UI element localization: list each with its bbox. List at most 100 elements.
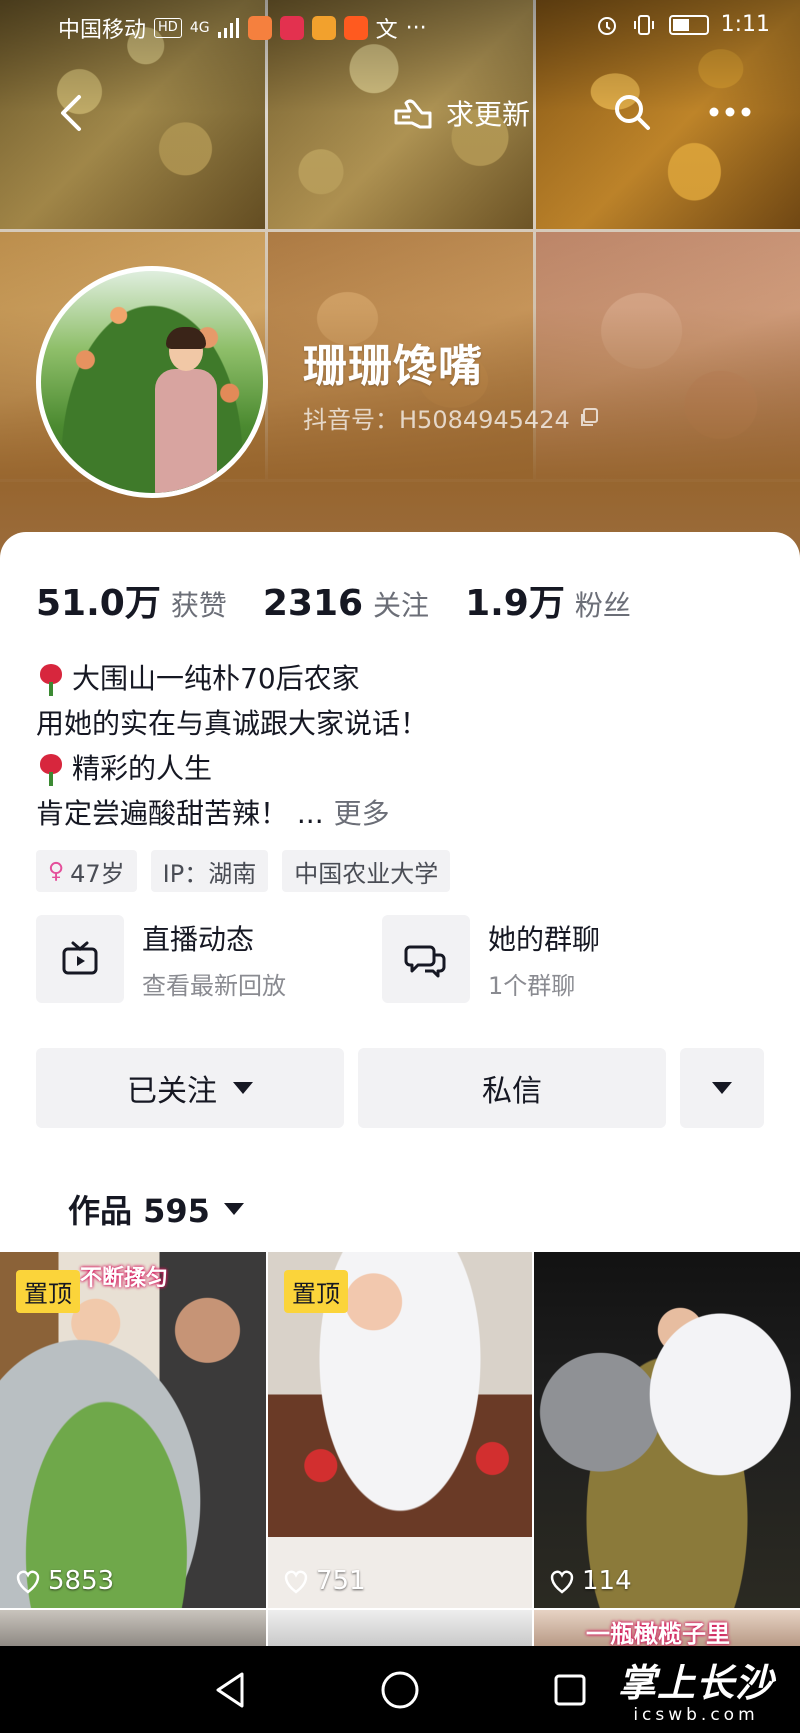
video-thumbnail[interactable]: 置顶 751 — [268, 1252, 532, 1608]
status-bar: 中国移动 HD 4G 文 ··· 1:11 — [0, 0, 800, 54]
video-thumbnail[interactable]: 不断揉匀 置顶 5853 — [0, 1252, 266, 1608]
bio-more-link[interactable]: 更多 — [334, 791, 390, 836]
search-button[interactable] — [606, 86, 658, 138]
action-buttons: 已关注 私信 — [36, 1048, 764, 1128]
age-tag-label: 47岁 — [70, 859, 125, 888]
live-card-icon-box — [36, 915, 124, 1003]
alarm-icon — [597, 16, 616, 35]
watermark: 掌上长沙 icswb.com — [618, 1652, 774, 1725]
tab-works[interactable]: 作品 595 — [68, 1186, 244, 1232]
ip-tag: IP：湖南 — [150, 850, 269, 892]
feature-cards: 直播动态 查看最新回放 她的群聊 1个群聊 — [36, 914, 766, 1004]
stat-following[interactable]: 2316 关注 — [263, 583, 429, 624]
avatar[interactable] — [36, 266, 268, 498]
rose-icon — [36, 662, 66, 696]
stat-followers-value: 1.9万 — [465, 583, 565, 624]
group-chat-card[interactable]: 她的群聊 1个群聊 — [382, 914, 712, 1004]
profile-tags: ♀ 47岁 IP：湖南 中国农业大学 — [36, 850, 451, 892]
followed-button-label: 已关注 — [127, 1074, 217, 1109]
bio-line-2: 用她的实在与真诚跟大家说话！ — [36, 701, 428, 746]
stat-followers-label: 粉丝 — [574, 589, 631, 622]
heart-icon — [284, 1570, 308, 1594]
video-likes: 114 — [548, 1566, 632, 1596]
group-card-title: 她的群聊 — [488, 922, 601, 956]
stat-likes-label: 获赞 — [170, 589, 227, 622]
hand-point-icon — [394, 99, 432, 129]
carrier-label: 中国移动 — [58, 18, 147, 43]
bio-line-3: 精彩的人生 — [36, 746, 428, 791]
book-app-icon — [279, 16, 304, 40]
video-thumbnail[interactable]: 114 — [534, 1252, 800, 1608]
stat-following-value: 2316 — [262, 583, 364, 624]
text-icon: 文 — [375, 18, 398, 43]
douyin-id-row[interactable]: 抖音号：H5084945424 — [303, 400, 600, 435]
chat-bubbles-icon — [404, 945, 446, 978]
video-thumbnail[interactable] — [0, 1610, 266, 1646]
nav-home-button[interactable] — [370, 1660, 430, 1720]
pinned-badge: 置顶 — [284, 1270, 348, 1313]
stat-following-label: 关注 — [373, 589, 430, 622]
bio-line-4: 肯定尝遍酸甜苦辣！ ... 更多 — [36, 791, 428, 836]
video-caption: 一瓶橄榄子里 — [586, 1620, 730, 1648]
overflow-icon: ··· — [405, 15, 427, 41]
video-likes: 751 — [282, 1566, 366, 1596]
followed-button[interactable]: 已关注 — [36, 1048, 344, 1128]
group-card-subtitle: 1个群聊 — [488, 971, 576, 1000]
search-icon — [615, 95, 650, 130]
tv-icon — [62, 941, 98, 975]
network-label: 4G — [189, 20, 210, 36]
live-card-title: 直播动态 — [142, 922, 255, 956]
video-grid-row-2: 一瓶橄榄子里 — [0, 1610, 800, 1648]
square-recents-icon — [554, 1674, 586, 1706]
status-bar-right: 1:11 — [595, 12, 770, 37]
bio-line-3-text: 精彩的人生 — [72, 752, 213, 785]
status-bar-left: 中国移动 HD 4G 文 ··· — [58, 12, 427, 44]
bio-line-2-text: 用她的实在与真诚跟大家说话！ — [36, 707, 429, 740]
stat-likes-value: 51.0万 — [36, 583, 161, 624]
douyin-id: 抖音号：H5084945424 — [303, 406, 570, 434]
watermark-sub: icswb.com — [633, 1705, 759, 1725]
works-tab-label: 作品 595 — [68, 1192, 210, 1230]
video-thumbnail[interactable] — [268, 1610, 532, 1646]
group-card-icon-box — [382, 915, 470, 1003]
heart-icon — [550, 1570, 574, 1594]
back-button[interactable] — [46, 88, 96, 138]
caret-down-icon — [223, 1203, 244, 1215]
school-tag[interactable]: 中国农业大学 — [282, 850, 451, 892]
back-arrow-icon — [61, 95, 81, 131]
message-button[interactable]: 私信 — [358, 1048, 666, 1128]
copy-icon[interactable] — [578, 407, 600, 429]
video-app-icon — [247, 16, 272, 40]
nav-back-button[interactable] — [200, 1660, 260, 1720]
video-likes-count: 114 — [582, 1566, 632, 1596]
live-card[interactable]: 直播动态 查看最新回放 — [36, 914, 366, 1004]
request-update-button[interactable]: 求更新 — [392, 90, 530, 136]
pinned-badge: 置顶 — [16, 1270, 80, 1313]
more-button[interactable] — [700, 86, 760, 138]
rose-icon — [36, 752, 66, 786]
top-nav: 求更新 — [0, 78, 800, 148]
school-tag-label: 中国农业大学 — [294, 859, 439, 888]
female-icon: ♀ — [48, 858, 65, 884]
profile-screen: 中国移动 HD 4G 文 ··· 1:11 求更新 珊珊馋嘴 抖音号：H5084… — [0, 0, 800, 1733]
delivery-app-icon — [311, 16, 336, 40]
stats-row: 51.0万 获赞 2316 关注 1.9万 粉丝 — [36, 574, 667, 626]
video-likes: 5853 — [14, 1566, 114, 1596]
recommend-dropdown-button[interactable] — [680, 1048, 764, 1128]
stat-followers[interactable]: 1.9万 粉丝 — [465, 574, 631, 626]
message-button-label: 私信 — [482, 1074, 542, 1109]
bio-line-1: 大围山一纯朴70后农家 — [36, 656, 428, 701]
ip-tag-label: IP：湖南 — [162, 859, 257, 888]
system-nav-bar: 掌上长沙 icswb.com — [0, 1646, 800, 1733]
caret-down-icon — [712, 1082, 732, 1094]
stat-likes[interactable]: 51.0万 获赞 — [36, 574, 227, 626]
circle-home-icon — [381, 1671, 419, 1709]
bio-line-1-text: 大围山一纯朴70后农家 — [72, 662, 360, 695]
vibrate-icon — [633, 14, 654, 35]
hd-badge: HD — [154, 18, 182, 38]
caret-down-icon — [233, 1082, 253, 1094]
clock-label: 1:11 — [720, 12, 770, 37]
profile-name: 珊珊馋嘴 — [303, 341, 483, 392]
nav-recents-button[interactable] — [540, 1660, 600, 1720]
avatar-person — [151, 327, 221, 493]
